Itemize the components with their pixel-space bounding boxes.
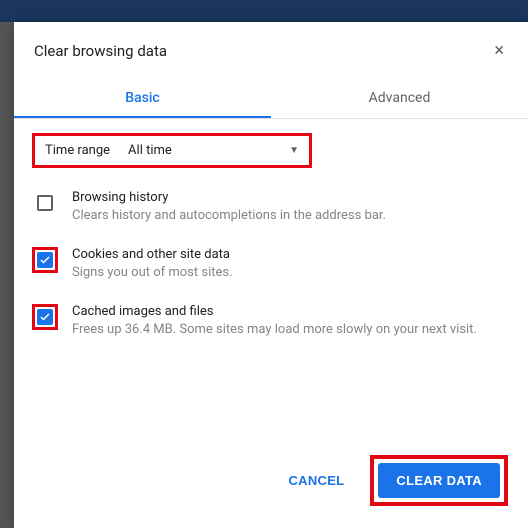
time-range-row: Time range All time ▼ — [32, 133, 312, 168]
checkbox-cached[interactable] — [37, 309, 53, 325]
option-cookies: Cookies and other site data Signs you ou… — [32, 247, 510, 282]
option-title: Browsing history — [72, 190, 510, 205]
tabs: Basic Advanced — [14, 78, 528, 119]
option-description: Clears history and autocompletions in th… — [72, 207, 510, 225]
time-range-select[interactable]: All time ▼ — [128, 143, 299, 158]
close-icon[interactable]: × — [490, 38, 508, 64]
check-icon — [39, 254, 51, 266]
chevron-down-icon: ▼ — [289, 145, 299, 156]
tab-basic[interactable]: Basic — [14, 78, 271, 118]
clear-browsing-data-dialog: Clear browsing data × Basic Advanced Tim… — [14, 22, 528, 528]
checkbox-wrap — [32, 190, 58, 216]
cancel-button[interactable]: CANCEL — [276, 463, 356, 498]
option-description: Frees up 36.4 MB. Some sites may load mo… — [72, 321, 510, 339]
time-range-label: Time range — [45, 143, 110, 158]
option-title: Cached images and files — [72, 304, 510, 319]
dialog-content: Time range All time ▼ Browsing history C… — [14, 119, 528, 443]
dialog-header: Clear browsing data × — [14, 22, 528, 72]
option-cached: Cached images and files Frees up 36.4 MB… — [32, 304, 510, 339]
browser-top-bar — [0, 0, 528, 22]
option-text: Browsing history Clears history and auto… — [72, 190, 510, 225]
clear-data-button[interactable]: CLEAR DATA — [378, 463, 500, 498]
checkbox-browsing-history[interactable] — [37, 195, 53, 211]
time-range-value: All time — [128, 143, 172, 158]
clear-data-highlight: CLEAR DATA — [370, 455, 508, 506]
checkbox-wrap — [32, 247, 58, 273]
dialog-title: Clear browsing data — [34, 42, 167, 60]
option-text: Cookies and other site data Signs you ou… — [72, 247, 510, 282]
option-description: Signs you out of most sites. — [72, 264, 510, 282]
checkbox-cookies[interactable] — [37, 252, 53, 268]
dialog-footer: CANCEL CLEAR DATA — [14, 443, 528, 528]
option-browsing-history: Browsing history Clears history and auto… — [32, 190, 510, 225]
tab-advanced[interactable]: Advanced — [271, 78, 528, 118]
option-title: Cookies and other site data — [72, 247, 510, 262]
checkbox-wrap — [32, 304, 58, 330]
option-text: Cached images and files Frees up 36.4 MB… — [72, 304, 510, 339]
check-icon — [39, 311, 51, 323]
